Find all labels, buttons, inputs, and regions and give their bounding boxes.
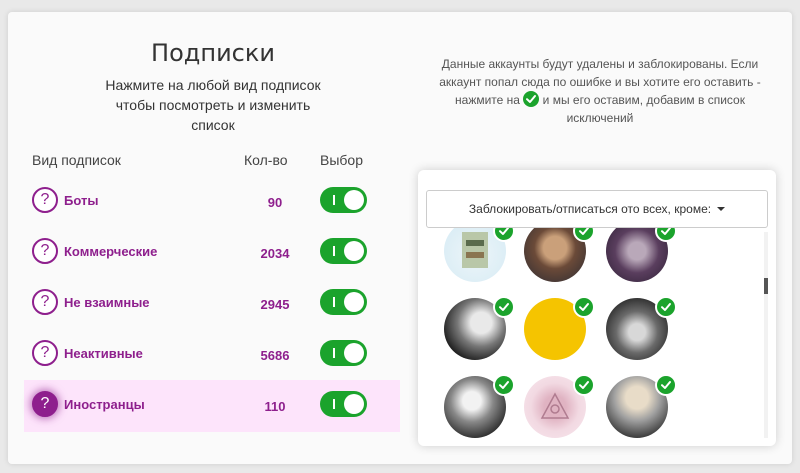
page-title: Подписки (151, 39, 275, 67)
check-badge-icon[interactable] (573, 296, 595, 318)
subscription-label: Неактивные (64, 346, 143, 361)
help-icon[interactable]: ? (32, 340, 58, 366)
accounts-section: Данные аккаунты будут удалены и заблокир… (408, 12, 792, 464)
info-text: Данные аккаунты будут удалены и заблокир… (422, 55, 778, 127)
subscription-count: 90 (267, 195, 283, 210)
subscription-row-bots[interactable]: ? Боты 90 (24, 176, 400, 228)
check-badge-icon[interactable] (655, 296, 677, 318)
scrollbar-thumb[interactable] (764, 278, 768, 294)
subscription-row-inactive[interactable]: ? Неактивные 5686 (24, 329, 400, 381)
check-badge-icon[interactable] (493, 296, 515, 318)
action-dropdown[interactable]: Заблокировать/отписаться ото всех, кроме… (426, 190, 768, 228)
info-text-after: и мы его оставим, добавим в список исклю… (542, 93, 745, 125)
subscriptions-section: Подписки Нажмите на любой вид подписок ч… (8, 12, 408, 464)
caret-down-icon (717, 207, 726, 211)
subscription-label: Не взаимные (64, 295, 150, 310)
subscription-count: 2945 (260, 297, 290, 312)
check-badge-icon[interactable] (573, 374, 595, 396)
check-badge-icon[interactable] (655, 374, 677, 396)
subscription-toggle[interactable] (320, 238, 367, 264)
dropdown-label: Заблокировать/отписаться ото всех, кроме… (468, 202, 712, 216)
subscription-toggle[interactable] (320, 289, 367, 315)
help-icon[interactable]: ? (32, 238, 58, 264)
subscriptions-card: Подписки Нажмите на любой вид подписок ч… (8, 12, 792, 464)
help-icon[interactable]: ? (32, 289, 58, 315)
subscription-toggle[interactable] (320, 391, 367, 417)
subscription-row-foreigners[interactable]: ? Иностранцы 110 (24, 380, 400, 432)
subscription-label: Боты (64, 193, 99, 208)
column-header-choice: Выбор (320, 152, 363, 168)
subscription-count: 2034 (260, 246, 290, 261)
subscription-row-commercial[interactable]: ? Коммерческие 2034 (24, 227, 400, 279)
subscription-count: 5686 (260, 348, 290, 363)
subscription-label: Иностранцы (64, 397, 145, 412)
scrollbar[interactable] (764, 232, 768, 438)
subscription-toggle[interactable] (320, 340, 367, 366)
subscription-toggle[interactable] (320, 187, 367, 213)
column-header-count: Кол-во (244, 152, 288, 168)
avatar-grid (418, 228, 764, 446)
column-header-type: Вид подписок (32, 152, 121, 168)
help-icon[interactable]: ? (32, 187, 58, 213)
check-icon (523, 91, 540, 107)
subscription-count: 110 (264, 399, 286, 414)
check-badge-icon[interactable] (493, 374, 515, 396)
subscription-row-non-mutual[interactable]: ? Не взаимные 2945 (24, 278, 400, 330)
accounts-panel: Заблокировать/отписаться ото всех, кроме… (418, 170, 776, 446)
help-icon[interactable]: ? (32, 391, 58, 417)
page-subtitle: Нажмите на любой вид подписок чтобы посм… (105, 77, 321, 133)
subscription-label: Коммерческие (64, 244, 158, 259)
